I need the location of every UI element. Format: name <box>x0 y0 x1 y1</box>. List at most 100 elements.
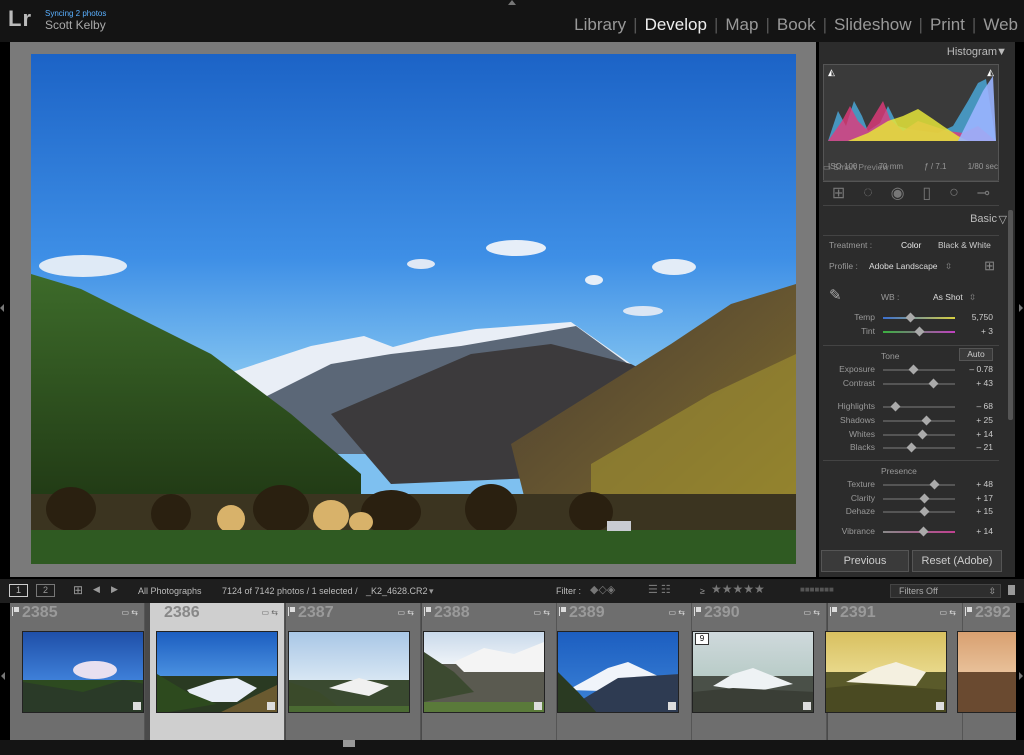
wb-dropdown-chevron-icon[interactable]: ⇳ <box>969 292 976 303</box>
blacks-slider[interactable] <box>883 442 955 453</box>
smart-preview-status[interactable]: ▭ Smart Preview <box>823 162 889 173</box>
whites-value[interactable]: + 14 <box>976 429 993 439</box>
grid-view-icon[interactable]: ⊞ <box>73 583 83 597</box>
exposure-slider-knob[interactable] <box>908 364 919 375</box>
auto-tone-button[interactable]: Auto <box>959 348 993 361</box>
previous-button[interactable]: Previous <box>821 550 909 572</box>
wb-eyedropper-icon[interactable]: ✎ <box>829 286 842 304</box>
filmstrip-cell-2390[interactable]: 2390 ▭ ⇆ 9 <box>692 603 827 740</box>
flag-icon[interactable] <box>12 607 19 616</box>
back-arrow-icon[interactable]: ◀ <box>93 584 100 595</box>
flag-icon[interactable] <box>559 607 566 616</box>
badge-icons[interactable]: ▭ ⇆ <box>669 608 685 617</box>
module-print[interactable]: Print <box>930 15 965 35</box>
temp-slider[interactable] <box>883 312 955 323</box>
main-photo[interactable] <box>31 54 796 564</box>
collapse-triangle-icon[interactable]: ▼ <box>996 46 1007 58</box>
window-1-button[interactable]: 1 <box>9 584 28 597</box>
highlights-value[interactable]: – 68 <box>976 401 993 411</box>
module-library[interactable]: Library <box>574 15 626 35</box>
module-map[interactable]: Map <box>725 15 758 35</box>
basic-header[interactable]: Basic ▽ <box>819 213 1015 226</box>
filmstrip-cell-2388[interactable]: 2388 ▭ ⇆ <box>422 603 557 740</box>
dehaze-slider-knob[interactable] <box>919 506 929 517</box>
kind-filter-icons[interactable]: ☰ ☷ <box>648 583 671 596</box>
module-book[interactable]: Book <box>777 15 816 35</box>
crop-tool-icon[interactable]: ⊞ <box>832 183 845 203</box>
tint-slider[interactable] <box>883 326 955 337</box>
filename-dropdown-icon[interactable]: ▾ <box>429 586 434 597</box>
badge-icons[interactable]: ▭ ⇆ <box>940 608 956 617</box>
sync-status[interactable]: Syncing 2 photos <box>45 9 106 18</box>
thumbnail-2386-selected[interactable] <box>156 631 278 713</box>
flag-icon[interactable] <box>424 607 431 616</box>
red-eye-icon[interactable]: ◉ <box>891 183 905 203</box>
vibrance-slider-knob[interactable] <box>918 526 929 537</box>
filmstrip-cell-2385[interactable]: 2385 ▭ ⇆ <box>10 603 145 740</box>
treatment-bw-option[interactable]: Black & White <box>938 240 991 250</box>
badge-icons[interactable]: ▭ ⇆ <box>122 608 138 617</box>
thumbnail-2391[interactable] <box>825 631 947 713</box>
stack-count-badge[interactable]: 9 <box>695 633 709 645</box>
module-develop[interactable]: Develop <box>645 15 707 35</box>
profile-dropdown[interactable]: Adobe Landscape <box>869 261 938 271</box>
flag-icon[interactable] <box>288 607 295 616</box>
flag-icon[interactable] <box>830 607 837 616</box>
vibrance-value[interactable]: + 14 <box>976 526 993 536</box>
dehaze-value[interactable]: + 15 <box>976 506 993 516</box>
thumbnail-2392[interactable] <box>957 631 1016 713</box>
tint-slider-knob[interactable] <box>914 326 924 337</box>
filmstrip-cell-2387[interactable]: 2387 ▭ ⇆ <box>286 603 421 740</box>
temp-slider-knob[interactable] <box>905 312 916 323</box>
module-slideshow[interactable]: Slideshow <box>834 15 912 35</box>
wb-dropdown[interactable]: As Shot <box>933 292 963 302</box>
filmstrip[interactable]: 2385 ▭ ⇆ 2386 ▭ ⇆ 2387 ▭ ⇆ 2388 ▭ ⇆ 2389 <box>10 603 1016 740</box>
shadows-slider-knob[interactable] <box>921 415 932 426</box>
exposure-slider[interactable] <box>883 364 955 375</box>
graduated-filter-icon[interactable]: ▯ <box>922 183 931 203</box>
right-panel-toggle-icon[interactable] <box>1019 304 1023 312</box>
texture-slider-knob[interactable] <box>929 479 940 490</box>
profile-browser-grid-icon[interactable]: ⊞ <box>984 258 995 274</box>
source-label[interactable]: All Photographs <box>138 586 202 596</box>
rating-operator[interactable]: ≥ <box>700 586 705 596</box>
window-2-button[interactable]: 2 <box>36 584 55 597</box>
badge-icons[interactable]: ▭ ⇆ <box>262 608 278 617</box>
vibrance-slider[interactable] <box>883 526 955 537</box>
texture-slider[interactable] <box>883 479 955 490</box>
left-panel-toggle-icon[interactable] <box>0 304 4 312</box>
panel-scrollbar[interactable] <box>1008 210 1013 420</box>
filters-off-dropdown[interactable]: Filters Off ⇳ <box>890 584 1001 598</box>
blacks-value[interactable]: – 21 <box>976 442 993 452</box>
image-viewer[interactable] <box>10 42 816 577</box>
thumbnail-2390[interactable]: 9 <box>692 631 814 713</box>
filmstrip-cell-2392[interactable]: 2392 <box>957 603 1016 740</box>
flag-icon[interactable] <box>965 607 972 616</box>
texture-value[interactable]: + 48 <box>976 479 993 489</box>
flag-icon[interactable] <box>694 607 701 616</box>
color-label-filter[interactable]: ■■■■■■■ <box>800 585 834 594</box>
shadows-slider[interactable] <box>883 415 955 426</box>
flag-filter-icons[interactable]: ◆◇◈ <box>590 583 615 596</box>
contrast-slider-knob[interactable] <box>928 378 939 389</box>
contrast-slider[interactable] <box>883 378 955 389</box>
thumbnail-2388[interactable] <box>423 631 545 713</box>
histogram-header[interactable]: Histogram ▼ <box>819 46 1015 58</box>
clarity-value[interactable]: + 17 <box>976 493 993 503</box>
filter-lock-icon[interactable] <box>1008 585 1015 595</box>
filmstrip-cell-2389[interactable]: 2389 ▭ ⇆ <box>557 603 692 740</box>
profile-dropdown-chevron-icon[interactable]: ⇳ <box>945 261 952 272</box>
clarity-slider[interactable] <box>883 493 955 504</box>
highlights-slider[interactable] <box>883 401 955 412</box>
contrast-value[interactable]: + 43 <box>976 378 993 388</box>
temp-value[interactable]: 5,750 <box>972 312 993 322</box>
exposure-value[interactable]: – 0.78 <box>969 364 993 374</box>
badge-icons[interactable]: ▭ ⇆ <box>804 608 820 617</box>
module-web[interactable]: Web <box>983 15 1018 35</box>
thumbnail-2389[interactable] <box>557 631 679 713</box>
adjustment-brush-icon[interactable]: ⊸ <box>977 183 990 203</box>
filmstrip-right-arrow-icon[interactable] <box>1019 672 1023 680</box>
dehaze-slider[interactable] <box>883 506 955 517</box>
spot-removal-icon[interactable]: ◌ <box>863 184 873 202</box>
badge-icons[interactable]: ▭ ⇆ <box>534 608 550 617</box>
